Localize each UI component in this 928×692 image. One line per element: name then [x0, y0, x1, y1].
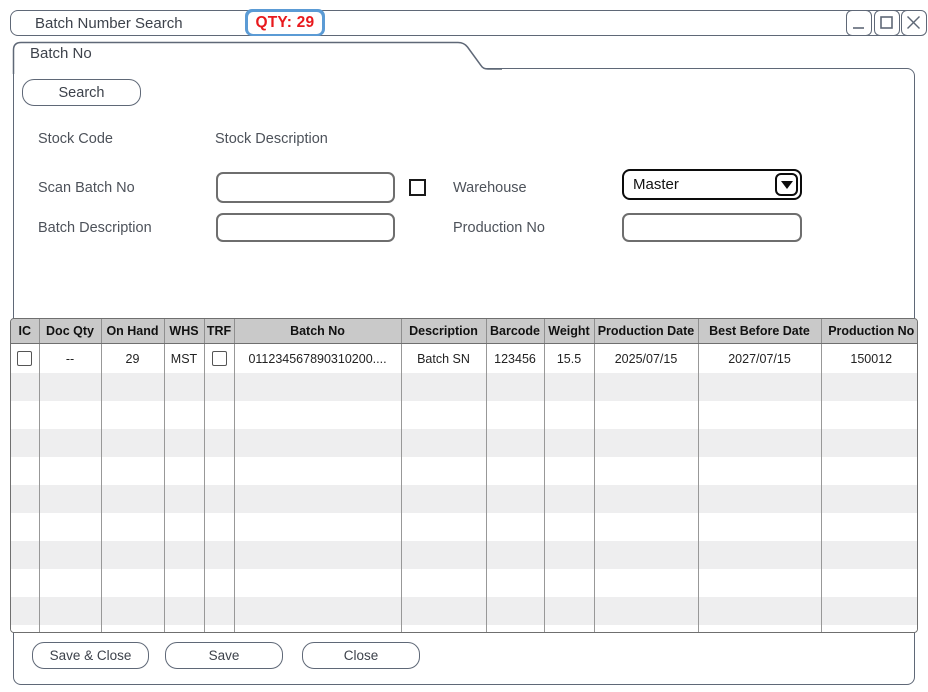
cell-whs: MST: [164, 344, 204, 374]
stock-code-label: Stock Code: [38, 131, 113, 147]
empty-table-row: [11, 513, 918, 541]
cell-batch-no: 011234567890310200....: [234, 344, 401, 374]
empty-table-row: [11, 485, 918, 513]
batch-results-table: IC Doc Qty On Hand WHS TRF Batch No Desc…: [10, 318, 918, 633]
save-and-close-button[interactable]: Save & Close: [32, 642, 149, 669]
cell-production-date: 2025/07/15: [594, 344, 698, 374]
col-doc-qty: Doc Qty: [39, 319, 101, 344]
window-title: Batch Number Search: [35, 15, 183, 32]
empty-table-row: [11, 401, 918, 429]
empty-table-row: [11, 429, 918, 457]
ic-checkbox[interactable]: [17, 351, 32, 366]
close-button[interactable]: Close: [302, 642, 420, 669]
warehouse-selected-value: Master: [633, 176, 775, 193]
search-button-label: Search: [59, 85, 105, 101]
cell-description: Batch SN: [401, 344, 486, 374]
close-label: Close: [344, 648, 379, 663]
col-description: Description: [401, 319, 486, 344]
save-button[interactable]: Save: [165, 642, 283, 669]
empty-table-row: [11, 457, 918, 485]
qty-badge-value: QTY: 29: [248, 12, 323, 34]
qty-badge: QTY: 29: [245, 9, 325, 36]
col-best-before-date: Best Before Date: [698, 319, 821, 344]
col-ic: IC: [11, 319, 39, 344]
col-on-hand: On Hand: [101, 319, 164, 344]
empty-table-row: [11, 597, 918, 625]
window-titlebar[interactable]: Batch Number Search QTY: 29: [10, 10, 915, 36]
maximize-button[interactable]: [874, 10, 900, 36]
minimize-button[interactable]: [846, 10, 872, 36]
scan-batch-no-label: Scan Batch No: [38, 180, 135, 196]
col-weight: Weight: [544, 319, 594, 344]
warehouse-label: Warehouse: [453, 180, 527, 196]
col-whs: WHS: [164, 319, 204, 344]
table-row: -- 29 MST 011234567890310200.... Batch S…: [11, 344, 918, 374]
dropdown-arrow-button[interactable]: [775, 173, 798, 196]
empty-rows: [11, 373, 918, 633]
cell-production-no: 150012: [821, 344, 918, 374]
batch-description-input[interactable]: [216, 213, 395, 242]
production-no-input[interactable]: [622, 213, 802, 242]
scan-batch-checkbox[interactable]: [409, 179, 426, 196]
tab-batch-no[interactable]: Batch No: [30, 45, 92, 62]
warehouse-select[interactable]: Master: [622, 169, 802, 200]
table-header-row: IC Doc Qty On Hand WHS TRF Batch No Desc…: [11, 319, 918, 344]
cell-ic: [11, 344, 39, 374]
col-production-date: Production Date: [594, 319, 698, 344]
save-and-close-label: Save & Close: [50, 648, 132, 663]
batch-number-search-window: Batch Number Search QTY: 29: [0, 0, 928, 692]
cell-barcode: 123456: [486, 344, 544, 374]
cell-weight: 15.5: [544, 344, 594, 374]
table-body: -- 29 MST 011234567890310200.... Batch S…: [11, 344, 918, 374]
empty-table-row: [11, 625, 918, 633]
col-batch-no: Batch No: [234, 319, 401, 344]
triangle-down-icon: [781, 181, 793, 189]
empty-table-row: [11, 541, 918, 569]
empty-table-row: [11, 373, 918, 401]
batch-description-label: Batch Description: [38, 220, 152, 236]
col-production-no: Production No: [821, 319, 918, 344]
cell-trf: [204, 344, 234, 374]
cell-best-before-date: 2027/07/15: [698, 344, 821, 374]
save-label: Save: [209, 648, 240, 663]
cell-on-hand: 29: [101, 344, 164, 374]
col-barcode: Barcode: [486, 319, 544, 344]
scan-batch-no-input[interactable]: [216, 172, 395, 203]
window-controls: [846, 10, 927, 36]
stock-description-label: Stock Description: [215, 131, 328, 147]
trf-checkbox[interactable]: [212, 351, 227, 366]
production-no-label: Production No: [453, 220, 545, 236]
col-trf: TRF: [204, 319, 234, 344]
empty-table-row: [11, 569, 918, 597]
cell-doc-qty: --: [39, 344, 101, 374]
close-button-titlebar[interactable]: [901, 10, 927, 36]
search-button[interactable]: Search: [22, 79, 141, 106]
